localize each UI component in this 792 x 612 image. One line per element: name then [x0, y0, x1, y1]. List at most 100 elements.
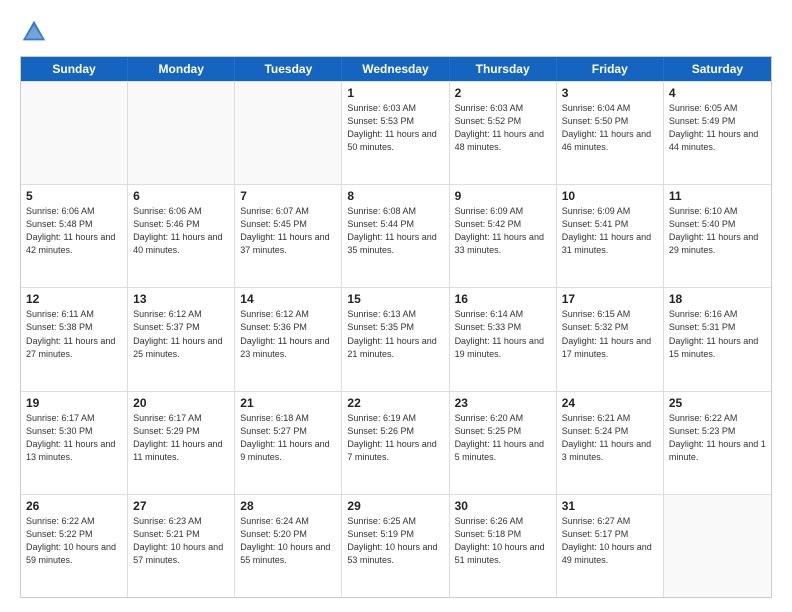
- day-number: 19: [26, 396, 122, 410]
- day-detail: Sunrise: 6:07 AM Sunset: 5:45 PM Dayligh…: [240, 205, 336, 257]
- day-detail: Sunrise: 6:03 AM Sunset: 5:53 PM Dayligh…: [347, 102, 443, 154]
- weekday-header-friday: Friday: [557, 57, 664, 81]
- empty-cell-0-0: [21, 82, 128, 184]
- day-cell-29: 29 Sunrise: 6:25 AM Sunset: 5:19 PM Dayli…: [342, 495, 449, 597]
- day-detail: Sunrise: 6:09 AM Sunset: 5:41 PM Dayligh…: [562, 205, 658, 257]
- day-detail: Sunrise: 6:04 AM Sunset: 5:50 PM Dayligh…: [562, 102, 658, 154]
- day-cell-7: 7 Sunrise: 6:07 AM Sunset: 5:45 PM Daylig…: [235, 185, 342, 287]
- day-detail: Sunrise: 6:14 AM Sunset: 5:33 PM Dayligh…: [455, 308, 551, 360]
- empty-cell-0-2: [235, 82, 342, 184]
- day-detail: Sunrise: 6:08 AM Sunset: 5:44 PM Dayligh…: [347, 205, 443, 257]
- calendar-row-4: 26Sunrise: 6:22 AM Sunset: 5:22 PM Dayli…: [21, 494, 771, 597]
- day-number: 3: [562, 86, 658, 100]
- day-cell-6: 6 Sunrise: 6:06 AM Sunset: 5:46 PM Daylig…: [128, 185, 235, 287]
- day-number: 5: [26, 189, 122, 203]
- day-cell-23: 23Sunrise: 6:20 AM Sunset: 5:25 PM Dayli…: [450, 392, 557, 494]
- day-number: 6: [133, 189, 229, 203]
- weekday-header-monday: Monday: [128, 57, 235, 81]
- day-number: 2: [455, 86, 551, 100]
- day-number: 24: [562, 396, 658, 410]
- day-cell-11: 11 Sunrise: 6:10 AM Sunset: 5:40 PM Dayli…: [664, 185, 771, 287]
- day-number: 1: [347, 86, 443, 100]
- logo-icon: [20, 18, 48, 46]
- day-cell-17: 17 Sunrise: 6:15 AM Sunset: 5:32 PM Dayli…: [557, 288, 664, 390]
- day-number: 7: [240, 189, 336, 203]
- day-detail: Sunrise: 6:06 AM Sunset: 5:46 PM Dayligh…: [133, 205, 229, 257]
- day-cell-13: 13 Sunrise: 6:12 AM Sunset: 5:37 PM Dayli…: [128, 288, 235, 390]
- day-cell-16: 16 Sunrise: 6:14 AM Sunset: 5:33 PM Dayli…: [450, 288, 557, 390]
- day-cell-9: 9 Sunrise: 6:09 AM Sunset: 5:42 PM Daylig…: [450, 185, 557, 287]
- day-number: 13: [133, 292, 229, 306]
- calendar-row-2: 12Sunrise: 6:11 AM Sunset: 5:38 PM Dayli…: [21, 287, 771, 390]
- day-number: 17: [562, 292, 658, 306]
- day-cell-31: 31Sunrise: 6:27 AM Sunset: 5:17 PM Dayli…: [557, 495, 664, 597]
- day-cell-20: 20 Sunrise: 6:17 AM Sunset: 5:29 PM Dayli…: [128, 392, 235, 494]
- day-detail: Sunrise: 6:12 AM Sunset: 5:36 PM Dayligh…: [240, 308, 336, 360]
- day-detail: Sunrise: 6:12 AM Sunset: 5:37 PM Dayligh…: [133, 308, 229, 360]
- day-detail: Sunrise: 6:09 AM Sunset: 5:42 PM Dayligh…: [455, 205, 551, 257]
- day-number: 30: [455, 499, 551, 513]
- calendar-row-3: 19Sunrise: 6:17 AM Sunset: 5:30 PM Dayli…: [21, 391, 771, 494]
- day-detail: Sunrise: 6:15 AM Sunset: 5:32 PM Dayligh…: [562, 308, 658, 360]
- day-cell-14: 14Sunrise: 6:12 AM Sunset: 5:36 PM Dayli…: [235, 288, 342, 390]
- day-detail: Sunrise: 6:16 AM Sunset: 5:31 PM Dayligh…: [669, 308, 766, 360]
- day-detail: Sunrise: 6:20 AM Sunset: 5:25 PM Dayligh…: [455, 412, 551, 464]
- calendar-row-0: 1 Sunrise: 6:03 AM Sunset: 5:53 PM Daylig…: [21, 81, 771, 184]
- day-number: 20: [133, 396, 229, 410]
- calendar-row-1: 5 Sunrise: 6:06 AM Sunset: 5:48 PM Daylig…: [21, 184, 771, 287]
- weekday-header-tuesday: Tuesday: [235, 57, 342, 81]
- weekday-header-thursday: Thursday: [450, 57, 557, 81]
- day-detail: Sunrise: 6:06 AM Sunset: 5:48 PM Dayligh…: [26, 205, 122, 257]
- day-detail: Sunrise: 6:25 AM Sunset: 5:19 PM Dayligh…: [347, 515, 443, 567]
- calendar: SundayMondayTuesdayWednesdayThursdayFrid…: [20, 56, 772, 598]
- day-cell-30: 30Sunrise: 6:26 AM Sunset: 5:18 PM Dayli…: [450, 495, 557, 597]
- empty-cell-0-1: [128, 82, 235, 184]
- day-detail: Sunrise: 6:23 AM Sunset: 5:21 PM Dayligh…: [133, 515, 229, 567]
- day-cell-24: 24Sunrise: 6:21 AM Sunset: 5:24 PM Dayli…: [557, 392, 664, 494]
- day-cell-22: 22 Sunrise: 6:19 AM Sunset: 5:26 PM Dayli…: [342, 392, 449, 494]
- day-cell-2: 2 Sunrise: 6:03 AM Sunset: 5:52 PM Daylig…: [450, 82, 557, 184]
- day-number: 28: [240, 499, 336, 513]
- day-number: 25: [669, 396, 766, 410]
- day-detail: Sunrise: 6:24 AM Sunset: 5:20 PM Dayligh…: [240, 515, 336, 567]
- day-cell-21: 21Sunrise: 6:18 AM Sunset: 5:27 PM Dayli…: [235, 392, 342, 494]
- day-number: 8: [347, 189, 443, 203]
- day-detail: Sunrise: 6:17 AM Sunset: 5:29 PM Dayligh…: [133, 412, 229, 464]
- day-cell-19: 19Sunrise: 6:17 AM Sunset: 5:30 PM Dayli…: [21, 392, 128, 494]
- day-number: 31: [562, 499, 658, 513]
- day-cell-4: 4 Sunrise: 6:05 AM Sunset: 5:49 PM Daylig…: [664, 82, 771, 184]
- calendar-body: 1 Sunrise: 6:03 AM Sunset: 5:53 PM Daylig…: [21, 81, 771, 597]
- day-cell-12: 12Sunrise: 6:11 AM Sunset: 5:38 PM Dayli…: [21, 288, 128, 390]
- day-number: 9: [455, 189, 551, 203]
- day-detail: Sunrise: 6:03 AM Sunset: 5:52 PM Dayligh…: [455, 102, 551, 154]
- empty-cell-4-6: [664, 495, 771, 597]
- weekday-header-sunday: Sunday: [21, 57, 128, 81]
- day-detail: Sunrise: 6:05 AM Sunset: 5:49 PM Dayligh…: [669, 102, 766, 154]
- day-detail: Sunrise: 6:10 AM Sunset: 5:40 PM Dayligh…: [669, 205, 766, 257]
- day-number: 15: [347, 292, 443, 306]
- logo: [20, 18, 52, 46]
- day-cell-28: 28 Sunrise: 6:24 AM Sunset: 5:20 PM Dayli…: [235, 495, 342, 597]
- weekday-header-wednesday: Wednesday: [342, 57, 449, 81]
- day-cell-10: 10Sunrise: 6:09 AM Sunset: 5:41 PM Dayli…: [557, 185, 664, 287]
- day-cell-18: 18Sunrise: 6:16 AM Sunset: 5:31 PM Dayli…: [664, 288, 771, 390]
- day-detail: Sunrise: 6:19 AM Sunset: 5:26 PM Dayligh…: [347, 412, 443, 464]
- day-number: 22: [347, 396, 443, 410]
- day-cell-1: 1 Sunrise: 6:03 AM Sunset: 5:53 PM Daylig…: [342, 82, 449, 184]
- day-cell-25: 25 Sunrise: 6:22 AM Sunset: 5:23 PM Dayli…: [664, 392, 771, 494]
- day-cell-8: 8 Sunrise: 6:08 AM Sunset: 5:44 PM Daylig…: [342, 185, 449, 287]
- day-detail: Sunrise: 6:22 AM Sunset: 5:23 PM Dayligh…: [669, 412, 766, 464]
- day-number: 27: [133, 499, 229, 513]
- day-cell-15: 15Sunrise: 6:13 AM Sunset: 5:35 PM Dayli…: [342, 288, 449, 390]
- day-number: 4: [669, 86, 766, 100]
- day-number: 16: [455, 292, 551, 306]
- day-cell-3: 3 Sunrise: 6:04 AM Sunset: 5:50 PM Daylig…: [557, 82, 664, 184]
- calendar-header: SundayMondayTuesdayWednesdayThursdayFrid…: [21, 57, 771, 81]
- day-detail: Sunrise: 6:11 AM Sunset: 5:38 PM Dayligh…: [26, 308, 122, 360]
- weekday-header-saturday: Saturday: [664, 57, 771, 81]
- page-header: [20, 18, 772, 46]
- day-cell-5: 5 Sunrise: 6:06 AM Sunset: 5:48 PM Daylig…: [21, 185, 128, 287]
- day-number: 29: [347, 499, 443, 513]
- day-number: 11: [669, 189, 766, 203]
- day-detail: Sunrise: 6:18 AM Sunset: 5:27 PM Dayligh…: [240, 412, 336, 464]
